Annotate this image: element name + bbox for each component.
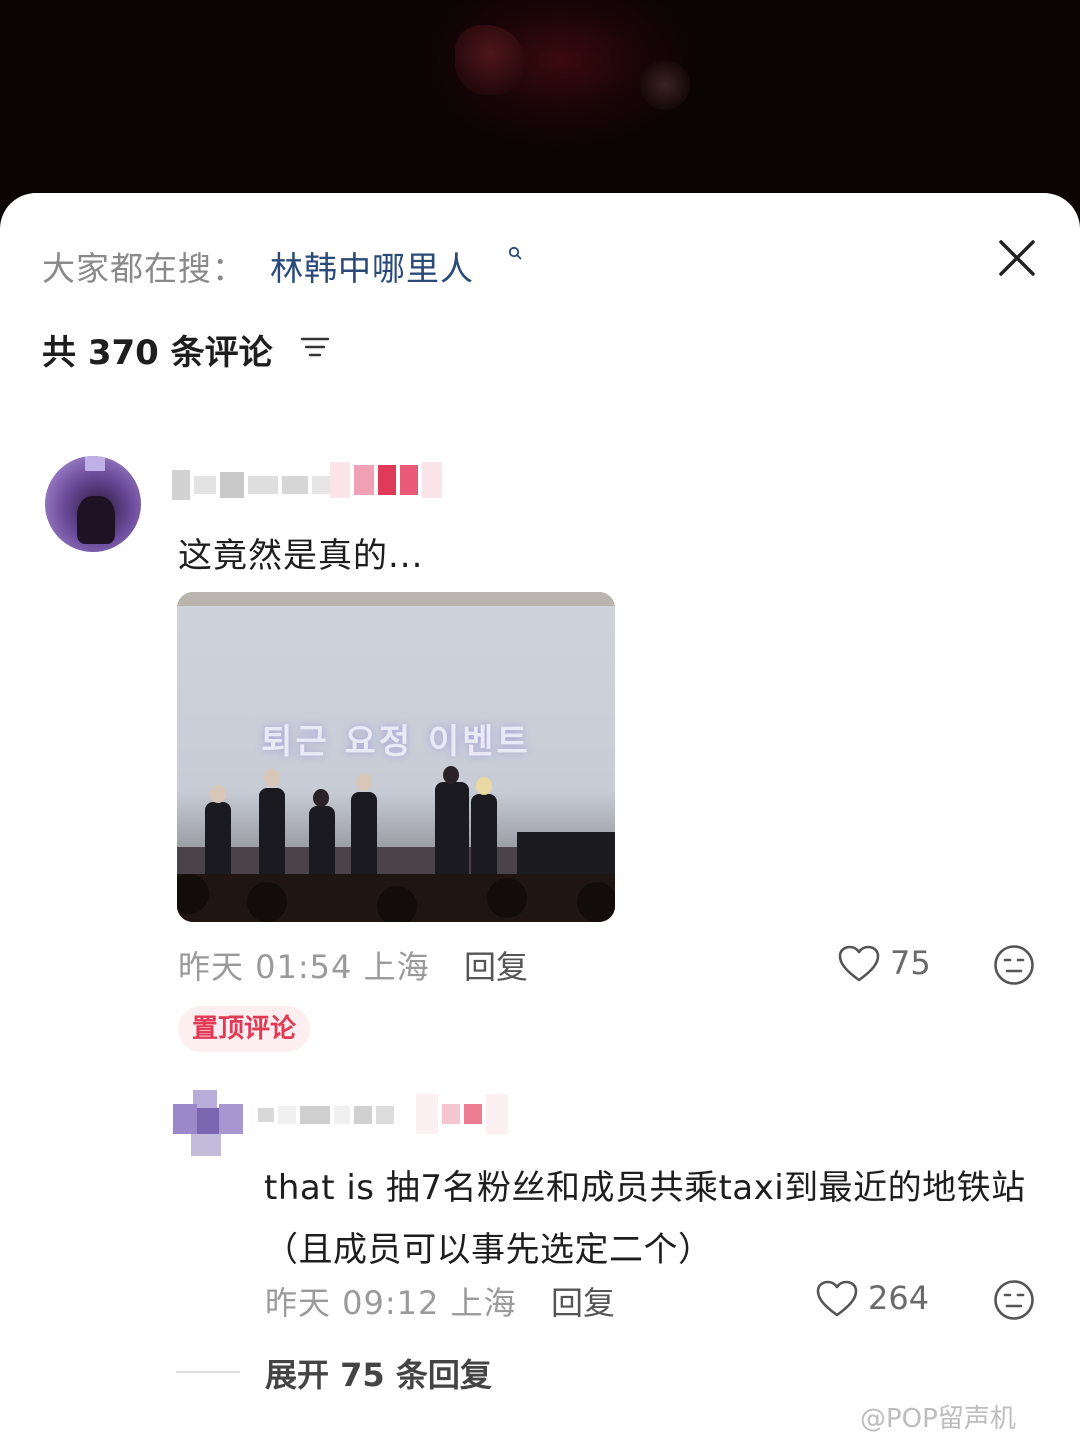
heart-icon[interactable] bbox=[815, 1279, 859, 1319]
expand-divider bbox=[176, 1371, 240, 1373]
crowd-head bbox=[487, 878, 527, 918]
crowd-head bbox=[247, 882, 287, 922]
pinned-comment-badge: 置顶评论 bbox=[178, 1006, 311, 1052]
avatar-pixelation bbox=[85, 456, 105, 471]
weibo-watermark: @POP留声机 bbox=[860, 1404, 1016, 1434]
user-badge-blurred bbox=[416, 1094, 508, 1134]
search-prefix-label: 大家都在搜： bbox=[42, 249, 246, 288]
comment-text: that is 抽7名粉丝和成员共乘taxi到最近的地铁站（且成员可以事先选定二… bbox=[264, 1168, 1026, 1270]
comment-text: 这竟然是真的... bbox=[178, 536, 424, 576]
like-count: 75 bbox=[890, 944, 931, 982]
username-blurred[interactable] bbox=[172, 470, 334, 500]
comment-count-title: 共 370 条评论 bbox=[42, 333, 273, 373]
reply-button[interactable]: 回复 bbox=[464, 942, 528, 988]
search-icon bbox=[508, 246, 522, 260]
photo-person-head bbox=[264, 769, 280, 787]
comment-time-location: 昨天 09:12 上海 bbox=[265, 1284, 517, 1322]
meh-face-icon[interactable] bbox=[993, 1279, 1035, 1321]
photo-person bbox=[351, 792, 377, 884]
search-suggestion-link[interactable]: 林韩中哪里人 bbox=[270, 242, 474, 290]
photo-person-head bbox=[476, 777, 492, 795]
comment-attached-photo[interactable]: 퇴근 요정 이벤트 bbox=[177, 592, 615, 922]
photo-person bbox=[471, 794, 497, 882]
photo-person-head bbox=[210, 785, 226, 803]
photo-person-head bbox=[443, 766, 459, 784]
meh-face-icon[interactable] bbox=[993, 944, 1035, 986]
reply-button[interactable]: 回复 bbox=[551, 1278, 615, 1324]
photo-person bbox=[309, 806, 335, 880]
photo-person-head bbox=[356, 773, 372, 791]
avatar-figure bbox=[77, 496, 115, 544]
heart-icon[interactable] bbox=[837, 944, 881, 984]
avatar[interactable] bbox=[173, 1090, 243, 1156]
background-video-frame bbox=[0, 0, 1080, 215]
photo-person-head bbox=[313, 789, 329, 807]
photo-person bbox=[205, 802, 231, 882]
sort-icon[interactable] bbox=[300, 334, 330, 360]
photo-ceiling bbox=[177, 592, 615, 606]
user-badge-blurred bbox=[330, 462, 442, 498]
expand-replies-button[interactable]: 展开 75 条回复 bbox=[265, 1350, 492, 1396]
close-icon[interactable] bbox=[995, 236, 1039, 280]
crowd-head bbox=[577, 882, 615, 922]
stage-screen-text: 퇴근 요정 이벤트 bbox=[261, 722, 531, 762]
crowd-head bbox=[377, 886, 417, 922]
username-blurred[interactable] bbox=[258, 1106, 394, 1124]
photo-person bbox=[259, 788, 285, 882]
avatar[interactable] bbox=[45, 456, 141, 552]
hand-shape bbox=[455, 25, 525, 95]
comment-time-location: 昨天 01:54 上海 bbox=[178, 948, 430, 986]
like-count: 264 bbox=[868, 1279, 930, 1317]
sleeve-shape bbox=[640, 60, 690, 110]
photo-person bbox=[435, 782, 469, 882]
